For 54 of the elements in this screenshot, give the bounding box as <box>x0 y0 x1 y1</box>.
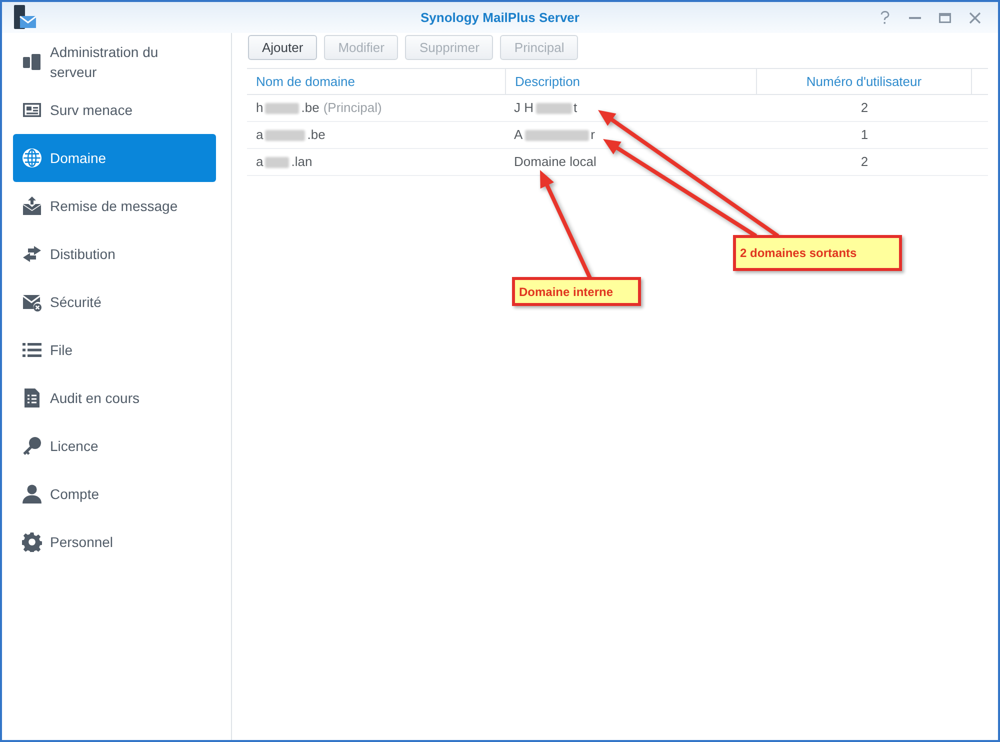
user-count: 2 <box>860 153 868 172</box>
id-card-icon <box>22 100 42 120</box>
window-title: Synology MailPlus Server <box>420 10 580 26</box>
close-icon[interactable] <box>969 12 981 24</box>
blurred-text <box>265 130 306 140</box>
sidebar-item[interactable]: Surv menace <box>13 86 216 134</box>
minimize-icon[interactable] <box>909 16 921 18</box>
toolbar-button[interactable]: Ajouter <box>248 35 318 60</box>
swap-arrows-icon <box>22 244 42 264</box>
globe-icon <box>22 148 42 168</box>
primary-tag: (Principal) <box>323 98 382 118</box>
list-icon <box>22 340 42 360</box>
column-header[interactable]: Numéro d'utilisateur <box>806 72 922 92</box>
app-logo-icon <box>13 5 37 29</box>
sidebar-item[interactable]: File <box>13 326 216 374</box>
gear-icon <box>22 532 42 552</box>
sidebar-item[interactable]: Domaine <box>13 134 216 182</box>
domain-text: .be <box>301 99 320 118</box>
envelope-upload-icon <box>22 196 42 216</box>
description-text: A <box>514 126 523 144</box>
domain-text: .be <box>307 126 326 144</box>
domain-text: h <box>256 99 264 118</box>
column-header[interactable]: Nom de domaine <box>256 72 355 92</box>
sidebar-item[interactable]: Distibution <box>13 230 216 278</box>
help-icon[interactable] <box>880 11 890 24</box>
sidebar-item[interactable]: Licence <box>13 422 216 470</box>
description-text: J H <box>514 99 534 118</box>
blurred-text <box>265 102 300 114</box>
sidebar-item[interactable]: Remise de message <box>13 182 216 230</box>
description-text: t <box>574 99 578 118</box>
column-header[interactable]: Description <box>515 72 580 92</box>
document-list-icon <box>22 388 42 408</box>
sidebar-item[interactable]: Administration du serveur <box>13 38 216 86</box>
callout-note: 2 domaines sortants <box>733 235 902 271</box>
sidebar-item[interactable]: Sécurité <box>13 278 216 326</box>
maximize-icon[interactable] <box>939 12 951 22</box>
user-count: 1 <box>860 126 868 144</box>
domain-text: .lan <box>291 153 312 172</box>
person-icon <box>22 484 42 504</box>
envelope-blocked-icon <box>22 292 42 312</box>
key-icon <box>22 436 42 456</box>
description-text: r <box>590 126 596 144</box>
domain-text: a <box>256 126 264 144</box>
sidebar-item[interactable]: Personnel <box>13 518 216 566</box>
blurred-text <box>524 130 589 140</box>
sidebar-item[interactable]: Audit en cours <box>13 374 216 422</box>
description-text: Domaine local <box>514 153 596 172</box>
sidebar-item[interactable]: Compte <box>13 470 216 518</box>
server-icon <box>22 52 42 72</box>
blurred-text <box>265 156 290 168</box>
domain-text: a <box>256 153 264 172</box>
callout-note: Domaine interne <box>512 277 641 306</box>
user-count: 2 <box>860 99 868 118</box>
blurred-text <box>536 102 572 114</box>
